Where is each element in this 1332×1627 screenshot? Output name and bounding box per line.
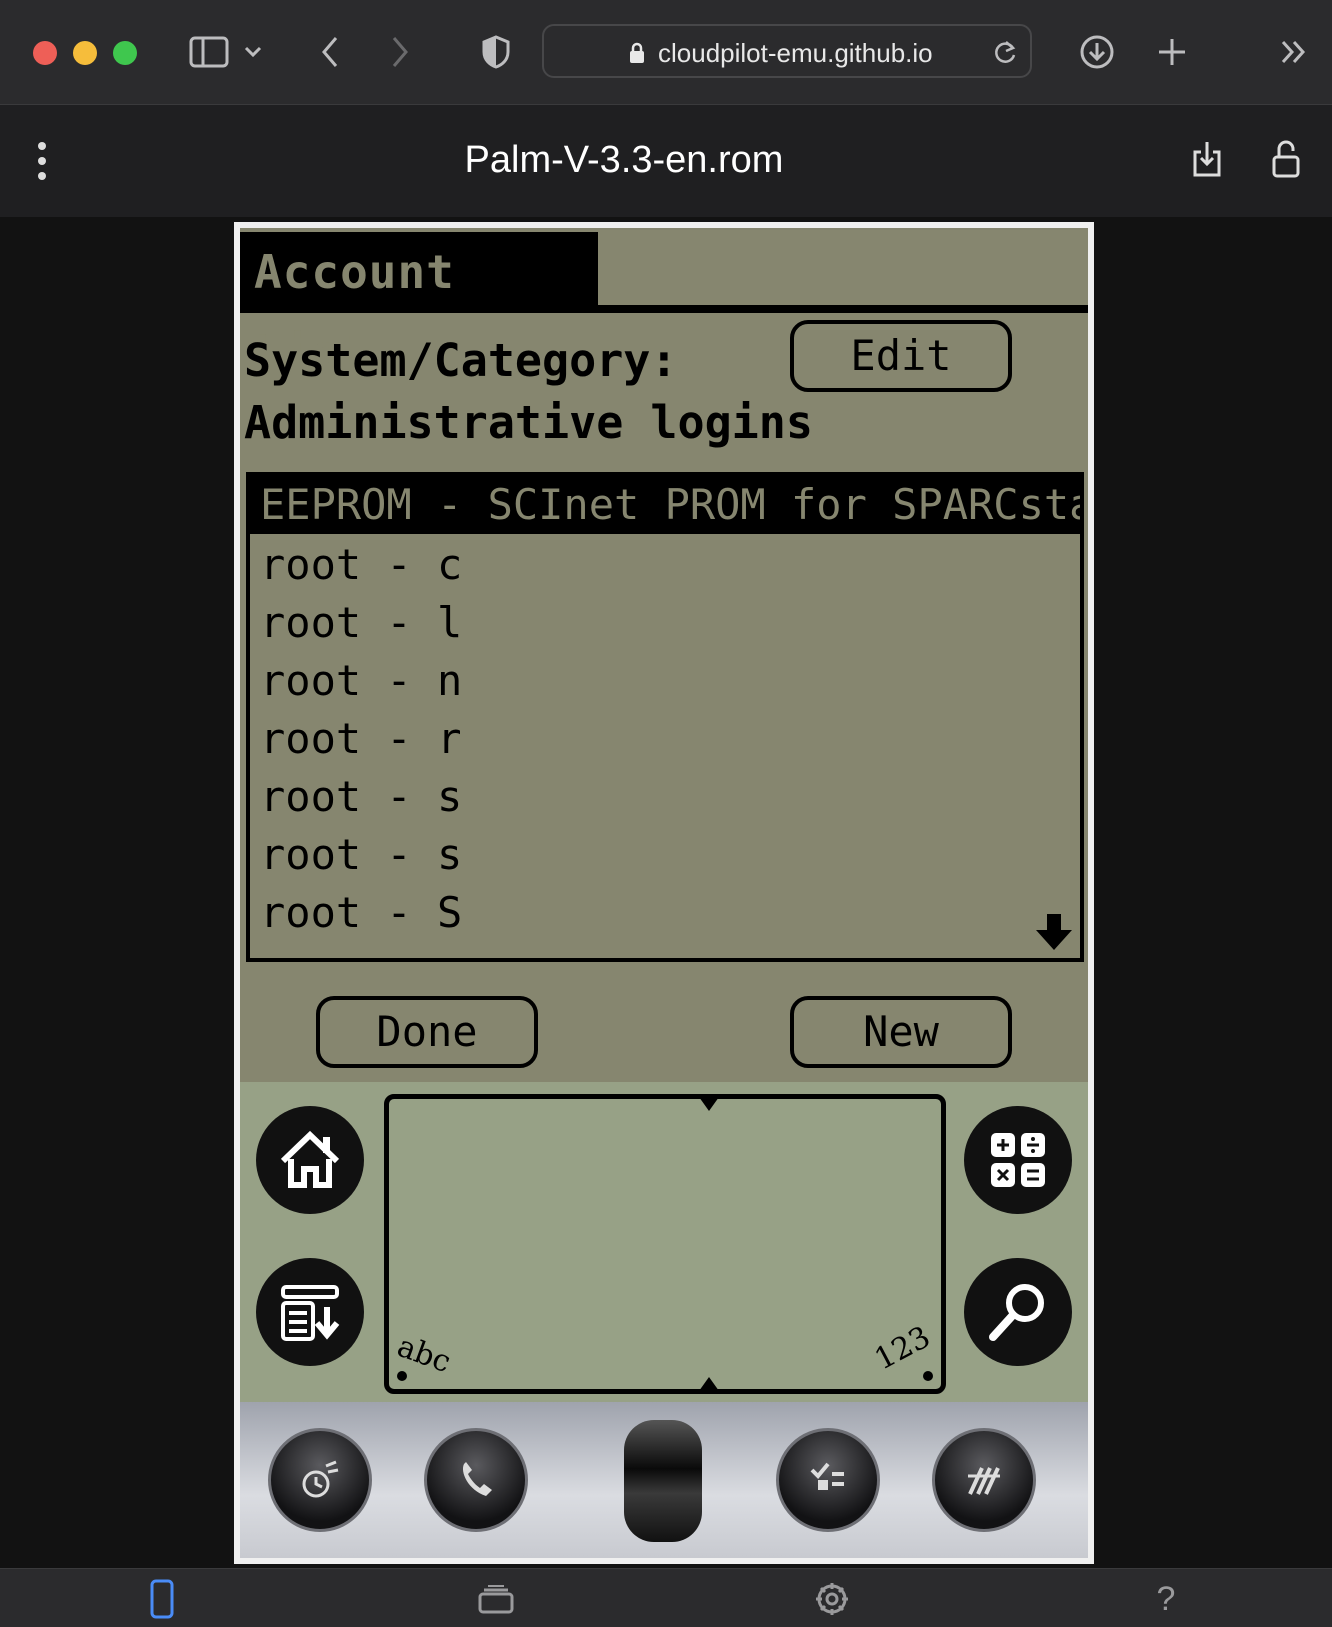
app-header: Palm-V-3.3-en.rom: [0, 105, 1332, 217]
session-tab-icon[interactable]: [140, 1577, 184, 1621]
help-button[interactable]: ?: [1144, 1577, 1188, 1621]
new-tab-icon[interactable]: [1148, 28, 1196, 76]
back-icon[interactable]: [306, 28, 354, 76]
unlock-icon[interactable]: [1271, 139, 1301, 179]
find-icon[interactable]: [964, 1258, 1072, 1366]
browser-toolbar: cloudpilot-emu.github.io: [0, 0, 1332, 105]
graffiti-pad[interactable]: abc 123: [384, 1094, 946, 1394]
list-item[interactable]: root - clo: [250, 536, 460, 594]
form-title: Account List: [240, 232, 598, 379]
list-item[interactable]: EEPROM - SCInet PROM for SPARCstat: [250, 476, 1080, 534]
scroll-down-arrow-icon[interactable]: [1034, 912, 1074, 952]
list-item[interactable]: root - nig: [250, 652, 460, 710]
done-button[interactable]: Done: [316, 996, 538, 1068]
download-session-icon[interactable]: [1192, 140, 1222, 178]
reload-icon[interactable]: [992, 38, 1018, 66]
list-item[interactable]: root - SC: [250, 884, 460, 942]
app-title: Palm-V-3.3-en.rom: [464, 139, 784, 181]
list-item[interactable]: root - re: [250, 710, 460, 768]
sidebar-toggle-icon[interactable]: [185, 28, 233, 76]
memo-button-icon[interactable]: [932, 1428, 1036, 1532]
scroll-rocker[interactable]: [624, 1420, 702, 1542]
forward-icon[interactable]: [376, 28, 424, 76]
todo-button-icon[interactable]: [776, 1428, 880, 1532]
chevron-down-icon[interactable]: [238, 28, 268, 76]
date-book-button-icon[interactable]: [268, 1428, 372, 1532]
account-list[interactable]: EEPROM - SCInet PROM for SPARCstat root …: [246, 472, 1084, 962]
palm-screen[interactable]: Account List System/Category: Edit Admin…: [240, 228, 1088, 1082]
address-bar[interactable]: cloudpilot-emu.github.io: [542, 24, 1032, 78]
privacy-shield-icon[interactable]: [472, 28, 520, 76]
list-item[interactable]: root - leg: [250, 594, 460, 652]
edit-button[interactable]: Edit: [790, 320, 1012, 392]
new-button[interactable]: New: [790, 996, 1012, 1068]
address-book-button-icon[interactable]: [424, 1428, 528, 1532]
list-item[interactable]: root - sp: [250, 826, 460, 884]
title-underline: [240, 305, 1088, 313]
category-value: Administrative logins: [244, 396, 813, 449]
close-window-button[interactable]: [33, 41, 57, 65]
hardware-buttons: [240, 1402, 1088, 1558]
more-tabs-icon[interactable]: [1270, 28, 1318, 76]
graffiti-123-label: 123: [868, 1319, 936, 1378]
home-icon[interactable]: [256, 1106, 364, 1214]
bottom-tab-bar: ?: [0, 1568, 1332, 1627]
calculator-icon[interactable]: [964, 1106, 1072, 1214]
downloads-icon[interactable]: [1073, 28, 1121, 76]
menu-icon[interactable]: [256, 1258, 364, 1366]
settings-gear-icon[interactable]: [810, 1577, 854, 1621]
palm-device: Account List System/Category: Edit Admin…: [234, 222, 1094, 1564]
category-label: System/Category:: [244, 334, 678, 387]
zoom-window-button[interactable]: [113, 41, 137, 65]
url-text: cloudpilot-emu.github.io: [658, 38, 933, 68]
graffiti-area: abc 123: [240, 1082, 1088, 1402]
minimize-window-button[interactable]: [73, 41, 97, 65]
lock-icon: [630, 42, 644, 63]
list-item[interactable]: root - sa: [250, 768, 460, 826]
sessions-list-icon[interactable]: [474, 1577, 518, 1621]
